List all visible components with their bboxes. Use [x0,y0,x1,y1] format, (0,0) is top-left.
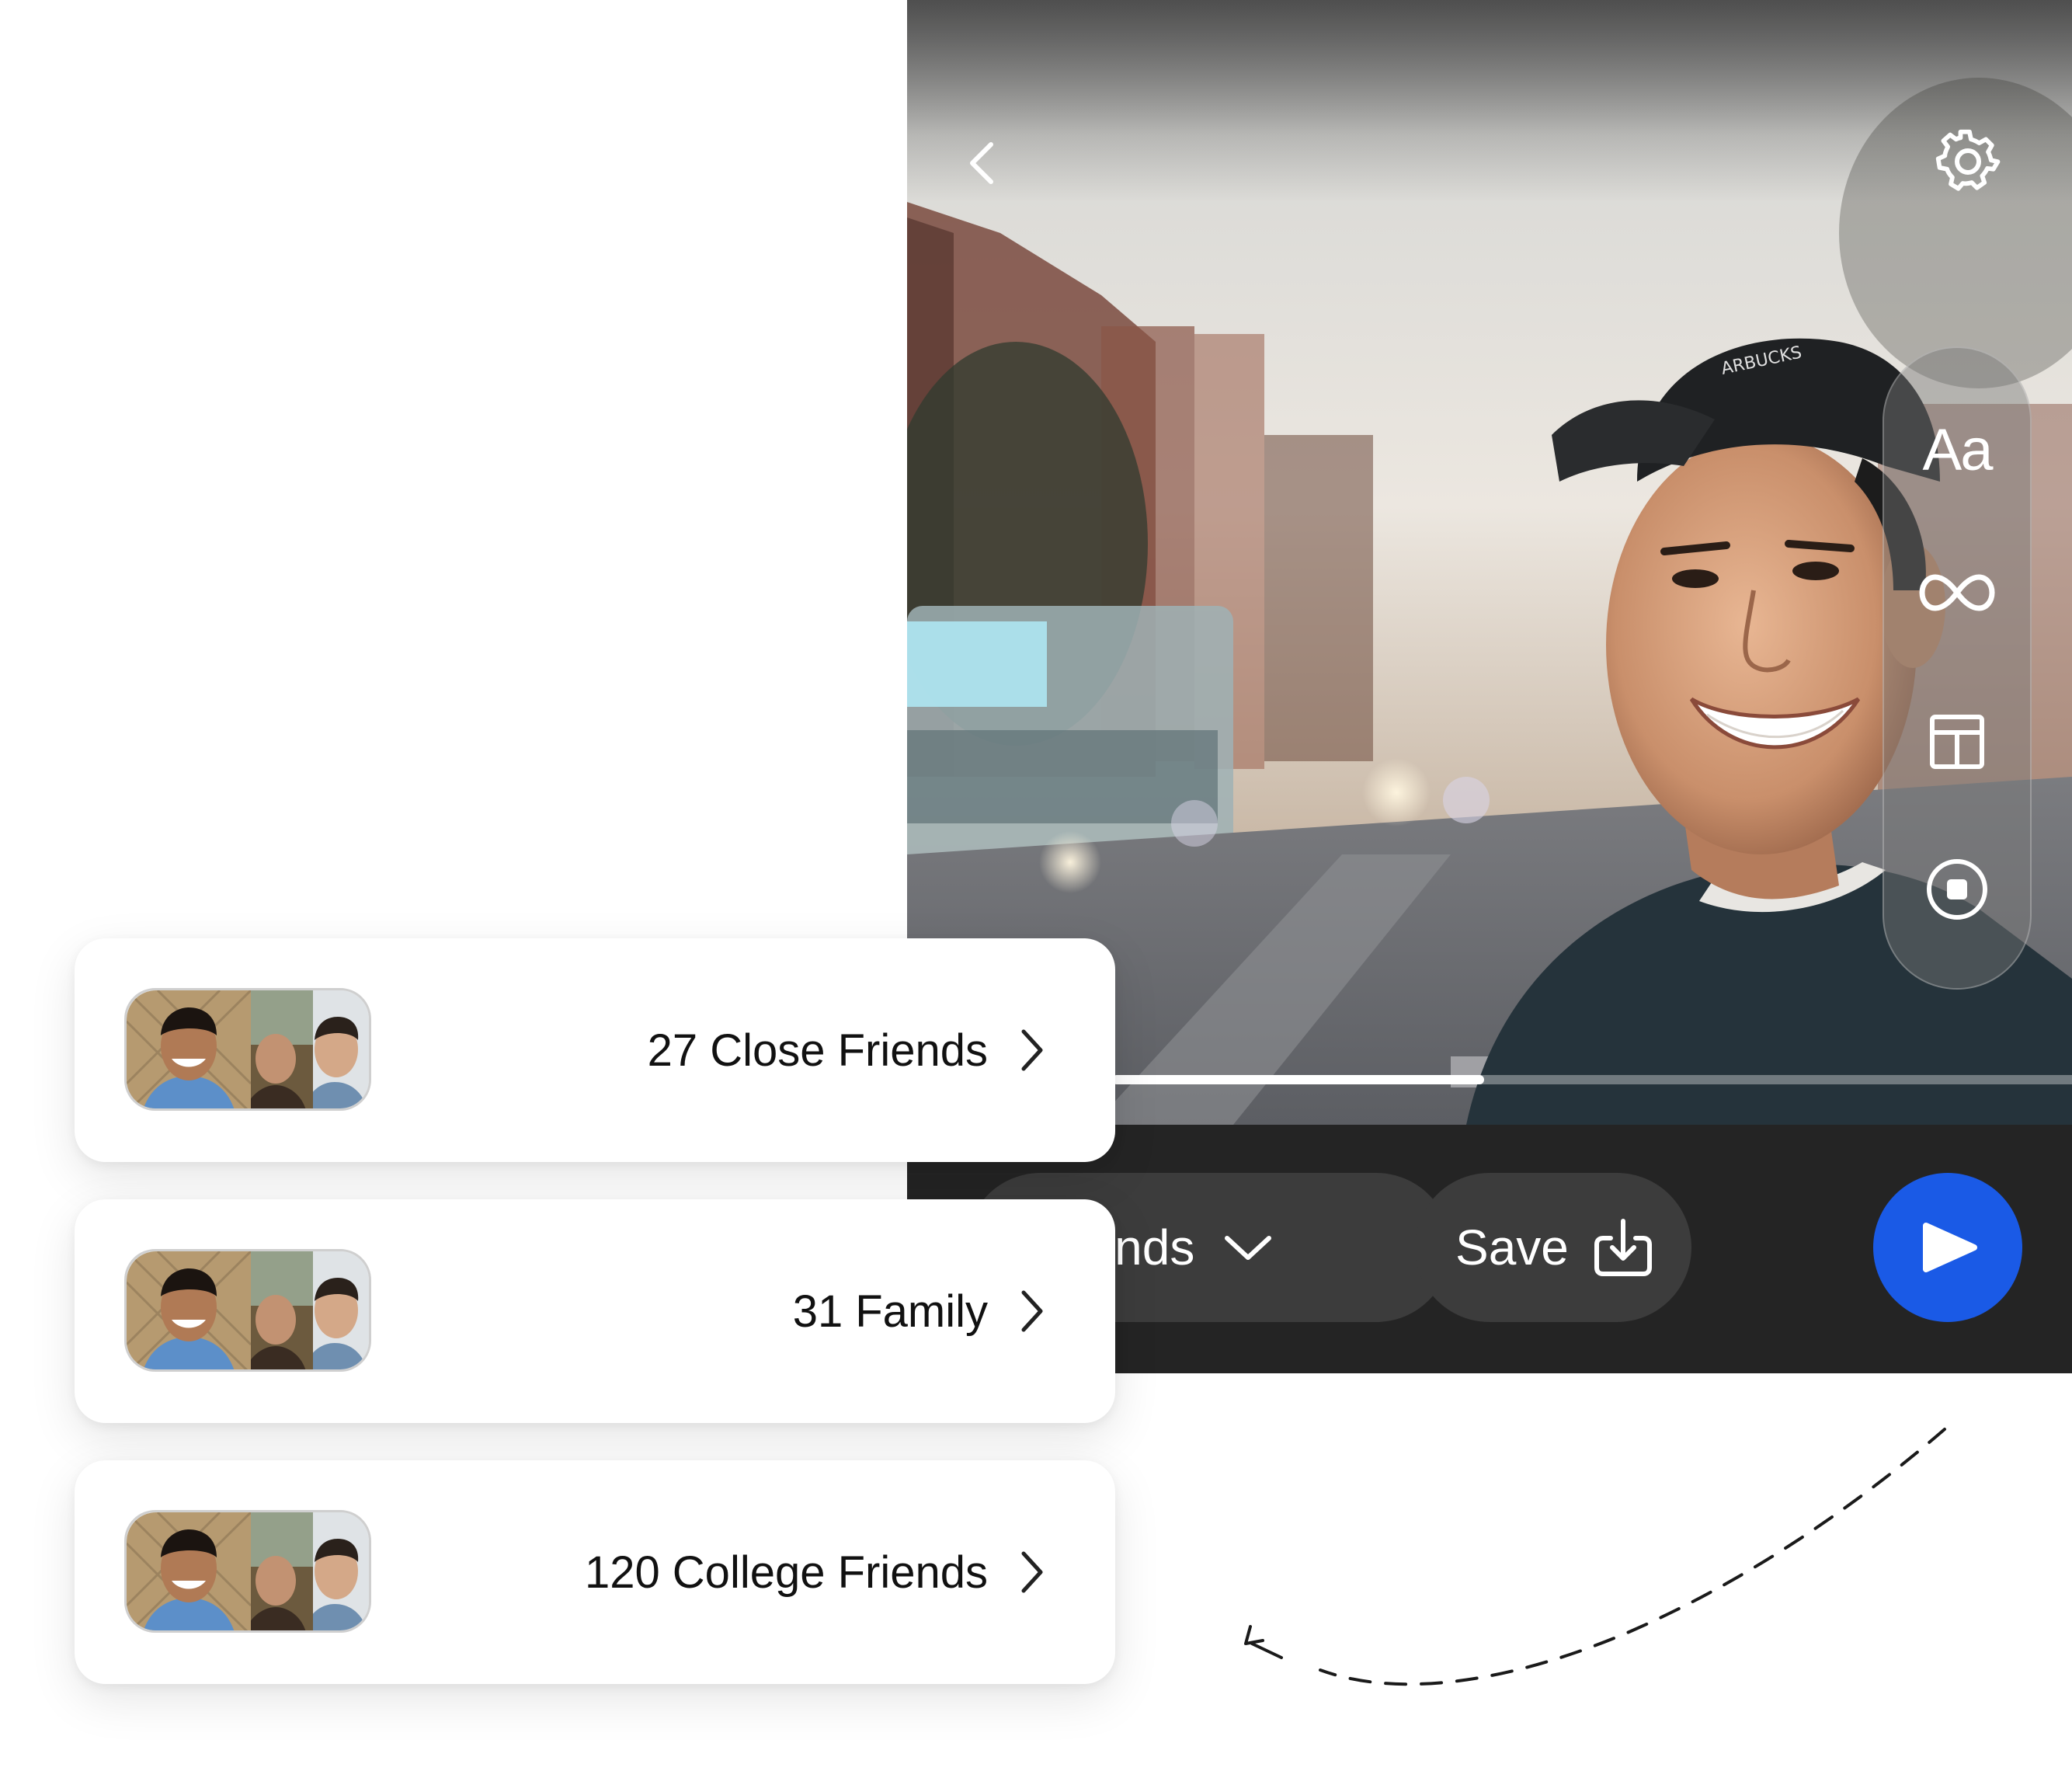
stage: ARBUCKS Aa riends Save 27 Close Friends … [0,0,2072,1771]
chevron-right-icon [1006,1025,1056,1075]
group-card-close-friends[interactable]: 27 Close Friends [75,938,1115,1162]
group-avatar-stack [124,988,371,1111]
chevron-right-icon [1006,1547,1056,1597]
group-member-count: 31 [792,1286,843,1337]
back-button[interactable] [951,132,1013,194]
group-card-label: 27 Close Friends [648,938,988,1162]
group-card-family[interactable]: 31 Family [75,1199,1115,1423]
group-card-college-friends[interactable]: 120 College Friends [75,1460,1115,1684]
group-name: Close Friends [710,1025,988,1076]
layout-tool-button[interactable] [1884,684,2030,800]
settings-button[interactable] [1931,124,2008,202]
loop-tool-button[interactable] [1884,534,2030,651]
group-member-count: 27 [647,1025,698,1076]
avatar [127,1251,251,1369]
infinity-icon [1919,574,1995,611]
group-member-count: 120 [585,1547,660,1598]
stop-record-icon [1927,859,1987,920]
creation-tool-rail: Aa [1883,346,2032,990]
group-avatar-stack [124,1510,371,1633]
group-name: Family [855,1286,988,1337]
group-card-label: 31 Family [793,1199,988,1423]
send-button[interactable] [1873,1173,2022,1322]
save-button[interactable]: Save [1415,1173,1691,1322]
group-card-label: 120 College Friends [585,1460,988,1684]
text-tool-button[interactable]: Aa [1884,391,2030,508]
top-gradient-overlay [907,0,2072,202]
download-icon [1594,1219,1652,1276]
chevron-right-icon [1006,1286,1056,1336]
recording-progress-bar [1112,1075,2072,1084]
avatar [127,990,251,1108]
camera-preview-panel: ARBUCKS Aa riends Save [907,0,2072,1373]
chevron-left-icon [970,142,993,184]
group-name: College Friends [672,1547,988,1598]
gear-icon [1935,129,2001,191]
group-avatar-stack [124,1249,371,1372]
recording-progress-fill [1112,1075,1484,1084]
text-style-icon: Aa [1922,416,1994,483]
play-send-icon [1923,1223,1977,1272]
chevron-down-icon [1225,1236,1272,1260]
layout-icon [1930,715,1984,769]
save-button-label: Save [1455,1220,1569,1275]
stop-recording-button[interactable] [1884,831,2030,948]
avatar [127,1512,251,1630]
dashed-arrow-decoration [1244,1428,1946,1686]
